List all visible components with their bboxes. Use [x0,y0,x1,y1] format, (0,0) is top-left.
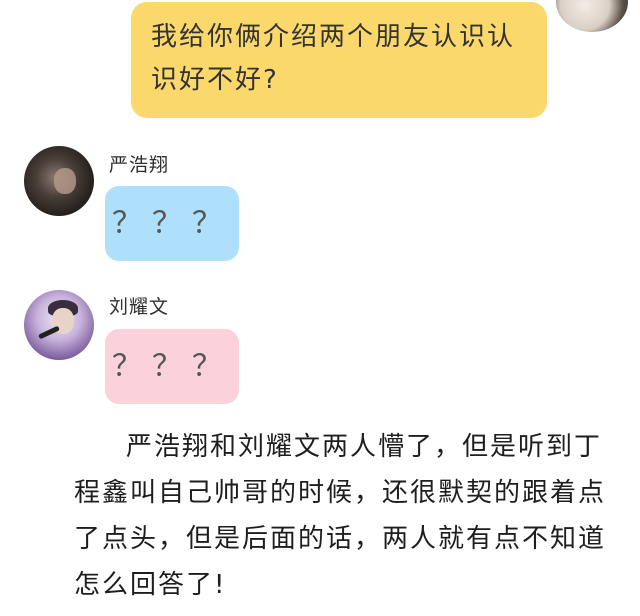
my-avatar[interactable] [556,0,628,32]
story-caption: 严浩翔和刘耀文两人懵了，但是听到丁程鑫叫自己帅哥的时候，还很默契的跟着点了点头，… [74,432,607,600]
avatar-yan-haoxiang[interactable] [24,146,94,216]
outgoing-message-text: 我给你俩介绍两个朋友认识认识好不好? [151,22,516,95]
avatar-liu-yaowen[interactable] [24,290,94,360]
incoming-message-bubble[interactable]: ？？？ [105,186,239,261]
avatar-face [54,168,76,194]
sender-name: 刘耀文 [109,296,170,318]
incoming-message-bubble[interactable]: ？？？ [105,329,239,404]
incoming-message-text: ？？？ [112,206,232,241]
outgoing-message-bubble[interactable]: 我给你俩介绍两个朋友认识认识好不好? [131,2,547,118]
sender-name: 严浩翔 [109,154,170,176]
incoming-message-text: ？？？ [112,349,232,384]
